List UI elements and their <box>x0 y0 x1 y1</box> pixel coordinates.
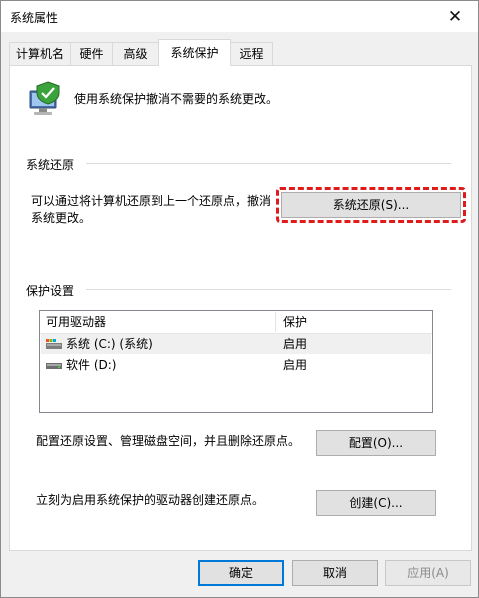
title-bar: 系统属性 ✕ <box>1 1 478 32</box>
system-properties-window: 系统属性 ✕ 计算机名 硬件 高级 系统保护 远程 使用系统保护撤消不需要的系统… <box>0 0 479 598</box>
restore-description-line2: 系统更改。 <box>31 211 92 225</box>
apply-button[interactable]: 应用(A) <box>385 560 471 586</box>
restore-description-line1: 可以通过将计算机还原到上一个还原点，撤消 <box>31 194 272 208</box>
ok-button[interactable]: 确定 <box>198 560 284 586</box>
intro-text: 使用系统保护撤消不需要的系统更改。 <box>74 92 279 106</box>
divider <box>86 163 451 164</box>
divider <box>86 289 451 290</box>
drive-protection-status: 启用 <box>283 337 308 351</box>
computer-shield-icon <box>29 81 60 115</box>
drive-row-c[interactable]: 系统 (C:) (系统) 启用 <box>41 334 431 354</box>
column-header-drives[interactable]: 可用驱动器 <box>46 311 106 333</box>
window-title: 系统属性 <box>10 11 59 25</box>
highlight-outline <box>276 187 466 223</box>
drive-list[interactable]: 可用驱动器 保护 系统 (C:) (系统) 启用 软件 (D:) 启用 <box>39 310 433 413</box>
protection-settings-heading: 保护设置 <box>26 284 75 298</box>
tab-remote[interactable]: 远程 <box>230 42 273 65</box>
drive-name: 系统 (C:) (系统) <box>66 337 153 351</box>
drive-protection-status: 启用 <box>283 358 308 372</box>
configure-description: 配置还原设置、管理磁盘空间，并且删除还原点。 <box>36 434 301 448</box>
create-button[interactable]: 创建(C)... <box>316 490 436 516</box>
tab-system-protection[interactable]: 系统保护 <box>158 39 231 66</box>
column-separator <box>275 312 276 332</box>
drive-row-d[interactable]: 软件 (D:) 启用 <box>41 355 431 375</box>
system-restore-heading: 系统还原 <box>26 158 75 172</box>
column-header-protection[interactable]: 保护 <box>283 311 307 333</box>
tab-hardware[interactable]: 硬件 <box>70 42 113 65</box>
close-icon[interactable]: ✕ <box>432 1 478 32</box>
create-description: 立刻为启用系统保护的驱动器创建还原点。 <box>36 493 265 507</box>
system-protection-panel: 使用系统保护撤消不需要的系统更改。 系统还原 可以通过将计算机还原到上一个还原点… <box>9 65 472 551</box>
cancel-button[interactable]: 取消 <box>292 560 378 586</box>
drive-icon <box>46 363 62 369</box>
tab-computer-name[interactable]: 计算机名 <box>9 42 71 65</box>
drive-name: 软件 (D:) <box>66 358 117 372</box>
tab-advanced[interactable]: 高级 <box>112 42 159 65</box>
system-drive-icon <box>46 339 62 349</box>
configure-button[interactable]: 配置(O)... <box>316 430 436 456</box>
